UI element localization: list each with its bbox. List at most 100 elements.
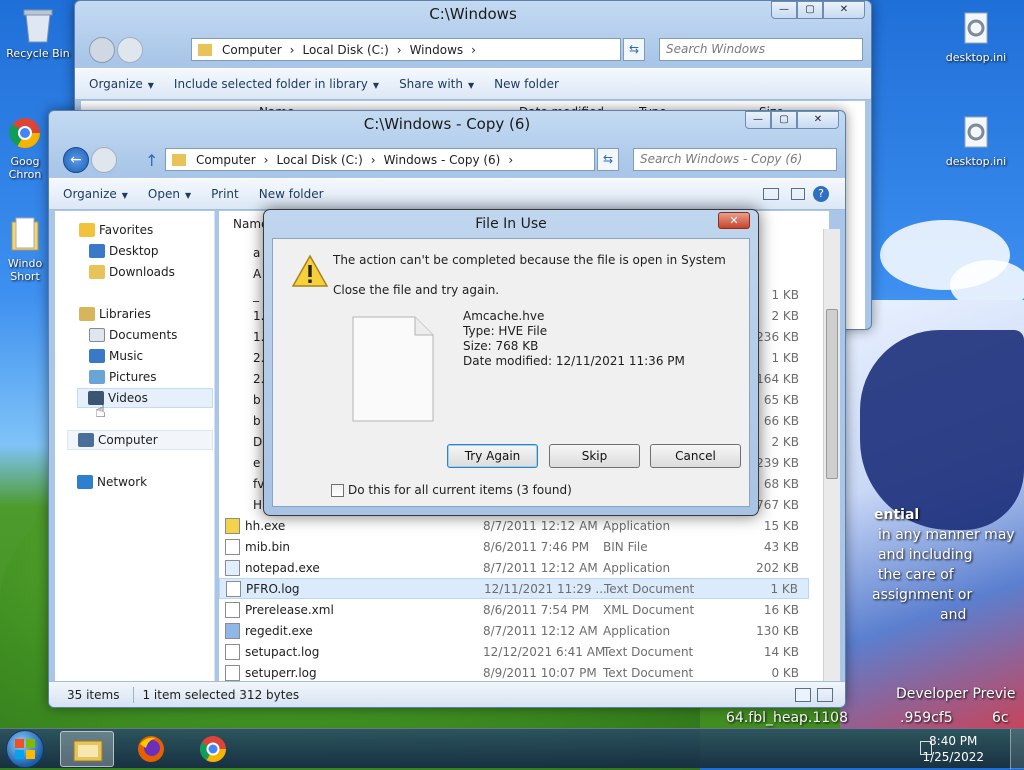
nav-desktop[interactable]: Desktop <box>89 244 159 258</box>
apply-to-all-checkbox-row[interactable]: Do this for all current items (3 found) <box>331 483 572 497</box>
desktop-icon-desktop-ini[interactable]: desktop.ini <box>940 114 1012 168</box>
back-button[interactable]: ← <box>63 147 89 173</box>
refresh-button[interactable]: ⇆ <box>597 148 619 171</box>
taskbar-firefox[interactable] <box>124 731 178 767</box>
system-clock[interactable]: 8:40 PM 1/25/2022 <box>922 733 984 765</box>
window-title: C:\Windows <box>429 5 517 23</box>
vertical-scrollbar[interactable] <box>823 229 840 681</box>
include-in-library-button[interactable]: Include selected folder in library ▼ <box>174 77 379 91</box>
wallpaper-text: the care of <box>878 567 954 583</box>
file-type: Type: HVE File <box>463 324 548 338</box>
desktop-icon-label: Windo Short <box>7 257 43 283</box>
minimize-button[interactable]: — <box>771 1 797 19</box>
desktop-icon-desktop-ini[interactable]: desktop.ini <box>940 10 1012 64</box>
apply-to-all-checkbox[interactable] <box>331 483 344 497</box>
table-row[interactable]: setupact.log 12/12/2021 6:41 AM Text Doc… <box>219 641 809 662</box>
maximize-button[interactable]: ▢ <box>797 1 823 19</box>
nav-documents[interactable]: Documents <box>89 328 177 342</box>
preview-pane-icon[interactable] <box>791 188 805 200</box>
dialog-hint: Close the file and try again. <box>333 283 500 297</box>
table-row[interactable]: hh.exe 8/7/2011 12:12 AM Application 15 … <box>219 515 809 536</box>
partial-size: 1 KB <box>771 351 799 365</box>
partial-name: D <box>253 435 263 449</box>
table-row[interactable]: notepad.exe 8/7/2011 12:12 AM Applicatio… <box>219 557 809 578</box>
large-icons-view-icon[interactable] <box>817 687 833 702</box>
wallpaper-text: ential <box>874 507 920 523</box>
start-button[interactable] <box>6 730 44 768</box>
up-arrow-icon[interactable]: ↑ <box>145 151 158 170</box>
view-options-icon[interactable] <box>763 188 779 200</box>
nav-favorites[interactable]: Favorites <box>79 223 153 237</box>
details-view-icon[interactable] <box>795 687 811 702</box>
nav-pictures[interactable]: Pictures <box>89 370 157 384</box>
wallpaper-text: and <box>940 607 967 623</box>
file-in-use-dialog[interactable]: File In Use ✕ The action can't be comple… <box>263 209 759 516</box>
address-bar[interactable]: Computer › Local Disk (C:) › Windows › <box>191 38 621 61</box>
organize-button[interactable]: Organize ▼ <box>63 187 128 201</box>
table-row-selected[interactable]: PFRO.log 12/11/2021 11:29 ... Text Docum… <box>219 578 809 599</box>
try-again-button[interactable]: Try Again <box>447 444 538 468</box>
forward-button[interactable] <box>91 147 117 173</box>
skip-button[interactable]: Skip <box>549 444 640 468</box>
open-button[interactable]: Open ▼ <box>148 187 191 201</box>
breadcrumb-item[interactable]: Computer <box>222 43 282 57</box>
partial-size: 66 KB <box>763 414 799 428</box>
print-button[interactable]: Print <box>211 187 239 201</box>
taskbar-chrome[interactable] <box>186 731 240 767</box>
minimize-button[interactable]: — <box>745 111 771 129</box>
clock-date: 1/25/2022 <box>922 750 984 764</box>
new-folder-button[interactable]: New folder <box>259 187 324 201</box>
breadcrumb-item[interactable]: Windows <box>410 43 464 57</box>
close-button[interactable]: ✕ <box>823 1 865 19</box>
close-button[interactable]: ✕ <box>797 111 839 129</box>
search-input[interactable]: Search Windows <box>659 38 863 61</box>
file-icon <box>225 538 240 555</box>
breadcrumb-item[interactable]: Local Disk (C:) <box>276 153 362 167</box>
wallpaper-text: Developer Previe <box>896 686 1016 702</box>
partial-name: b <box>253 393 261 407</box>
table-row[interactable]: setuperr.log 8/9/2011 10:07 PM Text Docu… <box>219 662 809 683</box>
help-icon[interactable]: ? <box>813 186 829 202</box>
desktop-icon-recycle-bin[interactable]: Recycle Bin <box>2 6 74 60</box>
selection-info: 1 item selected 312 bytes <box>142 687 300 702</box>
share-with-button[interactable]: Share with ▼ <box>399 77 474 91</box>
partial-size: 239 KB <box>756 456 799 470</box>
dialog-close-button[interactable]: ✕ <box>718 212 750 229</box>
table-row[interactable]: mib.bin 8/6/2011 7:46 PM BIN File 43 KB <box>219 536 809 557</box>
nav-music[interactable]: Music <box>89 349 143 363</box>
breadcrumb-item[interactable]: Computer <box>196 153 256 167</box>
new-folder-button[interactable]: New folder <box>494 77 559 91</box>
back-button[interactable] <box>89 37 115 63</box>
nav-network[interactable]: Network <box>77 475 147 489</box>
nav-downloads[interactable]: Downloads <box>89 265 175 279</box>
breadcrumb-item[interactable]: Windows - Copy (6) <box>384 153 501 167</box>
breadcrumb-item[interactable]: Local Disk (C:) <box>302 43 388 57</box>
address-bar[interactable]: Computer › Local Disk (C:) › Windows - Cop… <box>165 148 595 171</box>
desktop-icon-chrome[interactable]: Goog Chron <box>0 114 50 181</box>
cancel-button[interactable]: Cancel <box>650 444 741 468</box>
show-desktop-button[interactable] <box>1010 729 1024 769</box>
chrome-icon <box>9 118 41 149</box>
nav-computer[interactable]: Computer <box>67 430 213 450</box>
table-row[interactable]: Prerelease.xml 8/6/2011 7:54 PM XML Docu… <box>219 599 809 620</box>
network-icon <box>77 475 93 489</box>
text-file-icon <box>226 580 241 597</box>
settings-file-icon <box>964 12 988 44</box>
nav-libraries[interactable]: Libraries <box>79 307 151 321</box>
dialog-title: File In Use <box>475 216 547 232</box>
partial-size: 2 KB <box>771 309 799 323</box>
desktop-icon-label: Goog Chron <box>8 155 42 181</box>
maximize-button[interactable]: ▢ <box>771 111 797 129</box>
organize-button[interactable]: Organize ▼ <box>89 77 154 91</box>
search-input[interactable]: Search Windows - Copy (6) <box>633 148 837 171</box>
refresh-button[interactable]: ⇆ <box>623 38 645 61</box>
scrollbar-thumb[interactable] <box>826 309 838 479</box>
desktop-icon-windows-shortcut[interactable]: Windo Short <box>0 216 50 283</box>
partial-size: 2 KB <box>771 435 799 449</box>
downloads-icon <box>89 265 105 279</box>
taskbar-explorer[interactable] <box>60 731 114 767</box>
star-icon <box>79 223 95 237</box>
forward-button[interactable] <box>117 37 143 63</box>
table-row[interactable]: regedit.exe 8/7/2011 12:12 AM Applicatio… <box>219 620 809 641</box>
question-file-icon <box>225 517 240 534</box>
